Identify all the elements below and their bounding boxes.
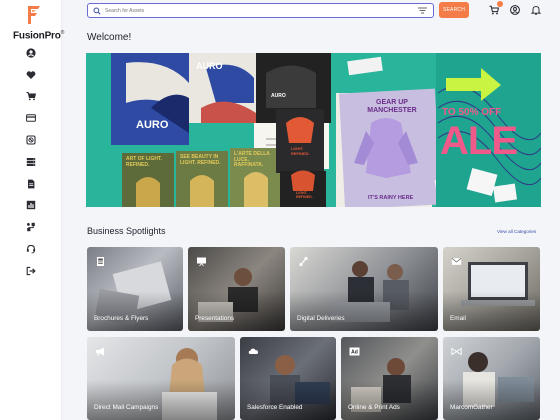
- banner-card-label-2: AURO: [196, 61, 223, 71]
- banner-headline: GEAR UP MANCHESTER: [367, 99, 417, 114]
- brochure-icon: [97, 257, 104, 266]
- cart-count-badge: [497, 1, 503, 7]
- sidebar: FusionPro®: [0, 0, 65, 420]
- bowtie-icon: [451, 347, 462, 356]
- bell-icon[interactable]: [531, 5, 541, 15]
- sale-big-text: ALE: [440, 119, 518, 163]
- spotlight-label: Brochures & Flyers: [94, 315, 149, 322]
- sidebar-item-reports[interactable]: [0, 195, 62, 217]
- document-icon: [28, 179, 35, 189]
- search-bar: [87, 3, 434, 18]
- banner-lamp-text-1: LIGHT. REFINED.: [291, 146, 310, 156]
- sidebar-item-workflows[interactable]: [0, 216, 62, 238]
- banner-subline: IT'S RAINY HERE: [368, 195, 414, 201]
- view-all-categories-link[interactable]: View all Categories: [497, 229, 536, 234]
- envelope-icon: [451, 257, 462, 265]
- banner-poster-text-3: L'ARTE DELLA LUCE. RAFFINATA.: [234, 151, 270, 168]
- spotlight-tile-email[interactable]: Email: [443, 247, 540, 331]
- spotlight-tile-salesforce[interactable]: Salesforce Enabled: [240, 337, 336, 420]
- spotlight-label: Presentations: [195, 315, 235, 322]
- megaphone-icon: [96, 347, 104, 356]
- spotlight-label: Digital Deliveries: [297, 315, 345, 322]
- sidebar-item-payments[interactable]: [0, 107, 62, 129]
- page-title: Welcome!: [87, 32, 132, 43]
- sidebar-item-logout[interactable]: [0, 260, 62, 282]
- hero-banner[interactable]: AURO AURO AURO ART OF LIGHT. REFINED. SE…: [86, 53, 541, 207]
- banner-poster-text-1: ART OF LIGHT. REFINED.: [126, 156, 162, 168]
- banner-card-label-1: AURO: [136, 119, 169, 131]
- share-icon: [299, 256, 308, 267]
- spotlight-label: MarcomGather: [450, 404, 493, 411]
- user-circle-icon[interactable]: [510, 5, 520, 15]
- sidebar-item-account[interactable]: [0, 42, 62, 64]
- no-entry-icon: [26, 135, 36, 145]
- search-input[interactable]: [105, 7, 405, 14]
- spotlight-label: Salesforce Enabled: [247, 404, 303, 411]
- banner-card-label-3: AURO: [271, 93, 286, 99]
- headset-icon: [26, 244, 36, 254]
- logout-icon: [26, 266, 36, 276]
- cloud-icon: [248, 348, 259, 354]
- sidebar-item-cart[interactable]: [0, 86, 62, 108]
- search-button[interactable]: SEARCH: [439, 2, 469, 18]
- spotlight-label: Online & Print Ads: [348, 404, 400, 411]
- spotlight-tile-presentations[interactable]: Presentations: [188, 247, 285, 331]
- sidebar-item-servers[interactable]: [0, 151, 62, 173]
- ad-icon: Ad: [349, 347, 360, 356]
- user-icon: [26, 48, 36, 58]
- sidebar-nav: [0, 42, 62, 282]
- cart-icon: [26, 92, 36, 101]
- sidebar-item-support[interactable]: [0, 238, 62, 260]
- banner-poster-text-2: SEE BEAUTY IN LIGHT. REFINED.: [180, 154, 221, 166]
- sidebar-item-documents[interactable]: [0, 173, 62, 195]
- sidebar-item-favorites[interactable]: [0, 64, 62, 86]
- presentation-icon: [197, 257, 206, 267]
- filter-icon[interactable]: [418, 7, 427, 14]
- workflow-icon: [27, 223, 35, 232]
- bar-chart-icon: [26, 201, 36, 210]
- sidebar-item-restricted[interactable]: [0, 129, 62, 151]
- spotlight-label: Email: [450, 315, 466, 322]
- spotlight-label: Direct Mail Campaigns: [94, 404, 159, 411]
- trademark-symbol: ®: [60, 30, 65, 36]
- spotlight-tile-online-print-ads[interactable]: Ad Online & Print Ads: [341, 337, 438, 420]
- svg-text:Ad: Ad: [351, 350, 358, 356]
- heart-icon: [26, 70, 36, 79]
- fusionpro-logo-icon: [28, 6, 40, 24]
- spotlight-tile-digital-deliveries[interactable]: Digital Deliveries: [290, 247, 438, 331]
- search-icon: [93, 6, 101, 15]
- sale-top-text: TO 50% OFF: [442, 107, 502, 118]
- credit-card-icon: [26, 114, 36, 122]
- brand-name: FusionPro: [13, 30, 61, 42]
- server-list-icon: [26, 157, 36, 166]
- spotlight-tile-direct-mail[interactable]: Direct Mail Campaigns: [87, 337, 235, 420]
- spotlight-tile-brochures[interactable]: Brochures & Flyers: [87, 247, 183, 331]
- banner-lamp-text-2: LIGHT. REFINED.: [296, 191, 313, 199]
- spotlight-tile-marcomgather[interactable]: MarcomGather: [443, 337, 540, 420]
- section-title: Business Spotlights: [87, 226, 166, 236]
